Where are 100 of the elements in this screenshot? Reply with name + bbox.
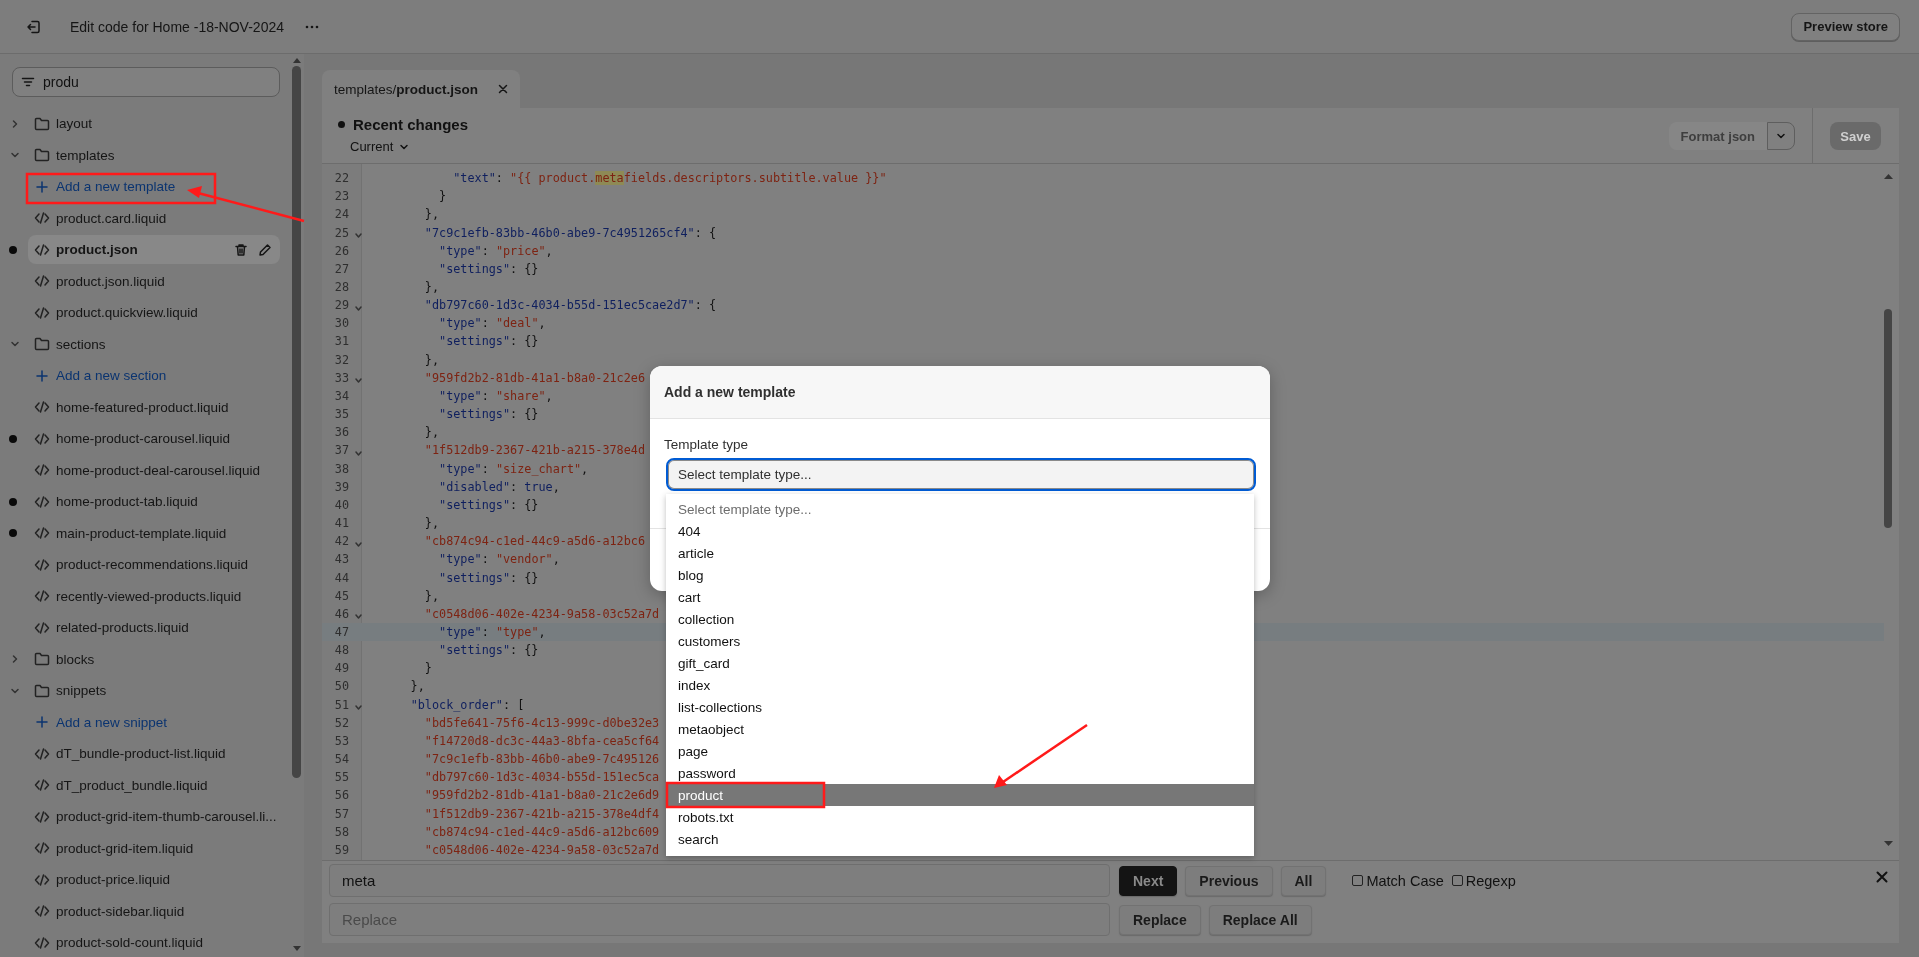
add-link[interactable]: Add a new snippet [28,707,178,737]
add-link[interactable]: Add a new section [28,361,177,391]
format-options-button[interactable] [1767,122,1795,150]
scroll-up-icon[interactable] [293,58,301,63]
fold-icon[interactable] [355,705,362,711]
code-line: "db797c60-1d3c-4034-b55d-151ec5cae2d7": { [423,298,717,313]
file-item[interactable]: home-product-carousel.liquid [28,424,280,454]
unsaved-dot [338,121,345,128]
chevron-icon[interactable] [10,654,20,665]
find-field[interactable]: meta [329,864,1110,897]
find-button[interactable]: All [1280,865,1327,896]
file-item[interactable]: product.json [28,235,280,265]
code-line: "cb874c94-c1ed-44c9-a5d6-a12bc6 [423,534,645,549]
folder-item[interactable]: templates [28,140,280,170]
line-number: 24 [333,207,349,222]
file-item[interactable]: product.card.liquid [28,203,280,233]
code-icon [34,935,50,950]
dropdown-option[interactable]: 404 [666,520,1254,542]
template-type-select[interactable]: Select template type... [666,458,1256,491]
code-icon [34,809,50,824]
close-icon[interactable] [1876,871,1888,883]
dropdown-option[interactable]: collection [666,608,1254,630]
file-item[interactable]: main-product-template.liquid [28,518,280,548]
scroll-down-icon[interactable] [1884,841,1893,846]
file-item[interactable]: home-product-deal-carousel.liquid [28,455,280,485]
file-item[interactable]: product-recommendations.liquid [28,550,280,580]
file-item[interactable]: product.quickview.liquid [28,298,280,328]
file-item[interactable]: related-products.liquid [28,613,280,643]
dropdown-option[interactable]: cart [666,586,1254,608]
scroll-up-icon[interactable] [1884,174,1893,179]
code-icon [34,211,50,226]
folder-icon [34,652,50,667]
option-label[interactable]: Match Case [1366,872,1444,889]
dropdown-option[interactable]: blog [666,564,1254,586]
fold-icon[interactable] [355,541,362,547]
find-button[interactable]: Previous [1185,865,1273,896]
exit-icon[interactable] [26,18,42,35]
chevron-icon[interactable] [10,118,20,129]
file-item[interactable]: product.json.liquid [28,266,280,296]
code-icon [34,620,50,635]
line-number: 27 [333,261,349,276]
line-number: 56 [333,788,349,803]
add-link[interactable]: Add a new template [28,172,186,202]
code-line: } [423,661,432,676]
code-icon [34,557,50,572]
delete-icon[interactable] [234,242,248,257]
dropdown-option[interactable]: page [666,740,1254,762]
fold-icon[interactable] [355,378,362,384]
file-item[interactable]: product-price.liquid [28,865,280,895]
version-dropdown[interactable]: Current [350,139,469,154]
folder-item[interactable]: blocks [28,644,280,674]
folder-item[interactable]: snippets [28,676,280,706]
code-icon [34,274,50,289]
dropdown-option[interactable]: search [666,828,1254,850]
edit-icon[interactable] [258,242,272,257]
fold-icon[interactable] [355,233,362,239]
dropdown-option[interactable]: robots.txt [666,806,1254,828]
search-field[interactable]: produ [12,67,280,97]
code-line: "bd5fe641-75f6-4c13-999c-d0be32e3 [423,715,660,730]
file-item[interactable]: home-featured-product.liquid [28,392,280,422]
dropdown-option[interactable]: list-collections [666,696,1254,718]
scrollbar-thumb[interactable] [1884,309,1892,528]
dropdown-option[interactable]: customers [666,630,1254,652]
scroll-down-icon[interactable] [293,946,301,951]
dropdown-option[interactable]: password [666,762,1254,784]
find-button[interactable]: Next [1119,865,1178,896]
file-item[interactable]: dT_bundle-product-list.liquid [28,739,280,769]
folder-item[interactable]: layout [28,109,280,139]
file-item[interactable]: product-sidebar.liquid [28,896,280,926]
fold-icon[interactable] [355,614,362,620]
line-number: 36 [333,425,349,440]
file-tab[interactable]: templates/product.json [322,70,520,108]
dropdown-option[interactable]: product [666,784,1254,806]
preview-store-button[interactable]: Preview store [1791,12,1900,41]
file-item[interactable]: product-grid-item.liquid [28,833,280,863]
line-number: 53 [333,733,349,748]
line-number: 45 [333,588,349,603]
file-item[interactable]: dT_product_bundle.liquid [28,770,280,800]
replace-button[interactable]: Replace All [1208,904,1312,935]
file-item[interactable]: home-product-tab.liquid [28,487,280,517]
folder-item[interactable]: sections [28,329,280,359]
fold-icon[interactable] [355,450,362,456]
folder-icon [34,683,50,698]
dropdown-option[interactable]: metaobject [666,718,1254,740]
scrollbar-thumb[interactable] [292,66,301,778]
close-icon[interactable] [498,84,508,94]
dropdown-option[interactable]: gift_card [666,652,1254,674]
checkbox[interactable] [1451,875,1463,886]
file-item[interactable]: product-grid-item-thumb-carousel.li... [28,802,280,832]
dropdown-option[interactable]: article [666,542,1254,564]
checkbox[interactable] [1352,875,1364,886]
dropdown-option[interactable]: index [666,674,1254,696]
replace-button[interactable]: Replace [1119,904,1201,935]
code-line: "block_order": [ [409,697,525,712]
code-line: "959fd2b2-81db-41a1-b8a0-21c2e6d9 [423,788,660,803]
option-label[interactable]: Regexp [1465,872,1516,889]
file-item[interactable]: product-sold-count.liquid [28,928,280,957]
file-item[interactable]: recently-viewed-products.liquid [28,581,280,611]
line-number: 44 [333,570,349,585]
fold-icon[interactable] [355,305,362,311]
